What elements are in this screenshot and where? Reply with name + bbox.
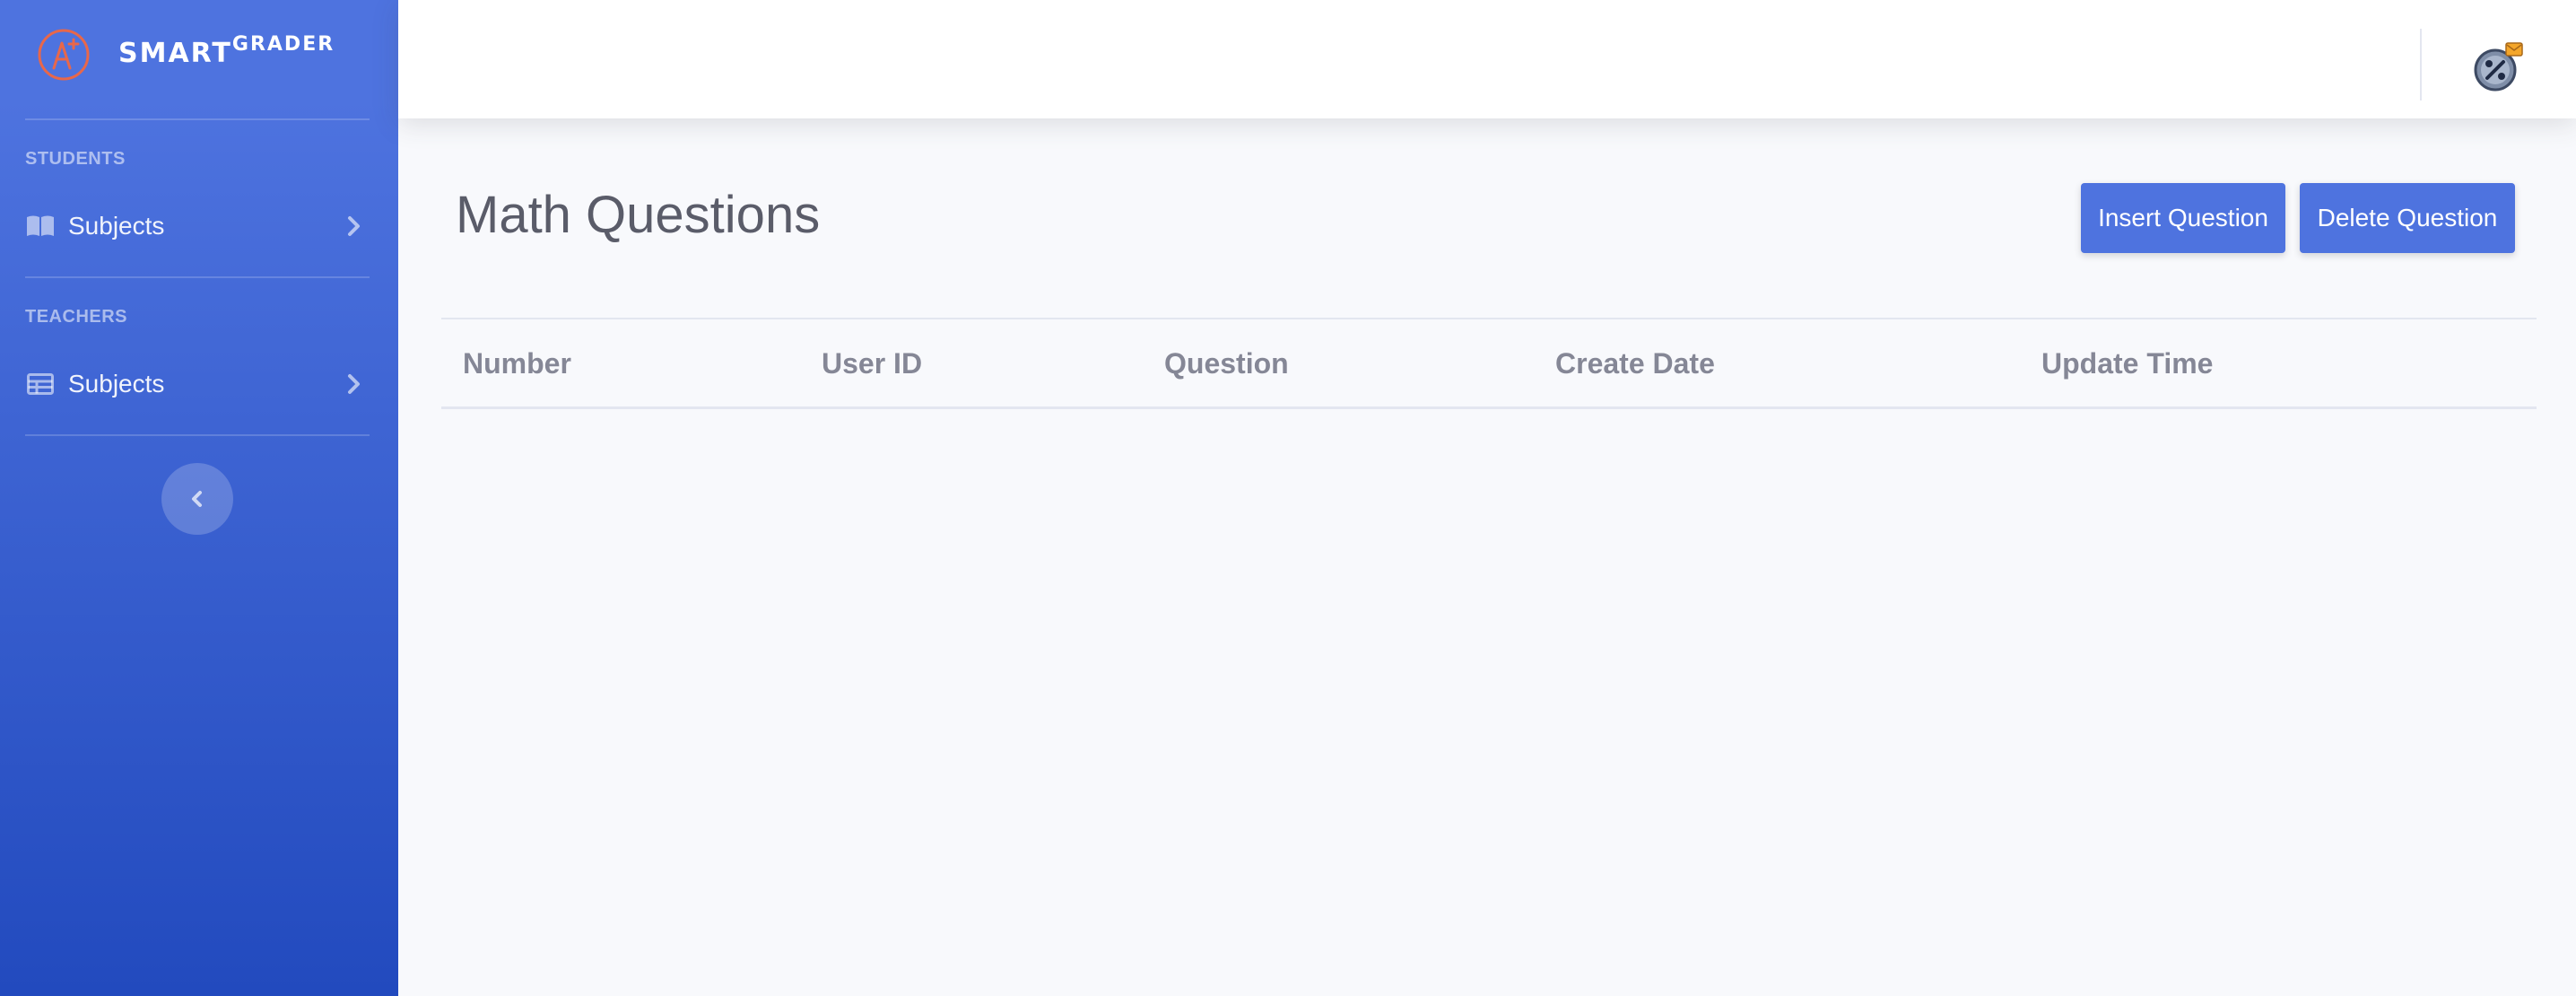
topbar-divider	[2420, 29, 2422, 100]
column-header-user-id[interactable]: User ID	[822, 319, 922, 407]
column-header-number[interactable]: Number	[463, 319, 571, 407]
column-header-create-date[interactable]: Create Date	[1555, 319, 1715, 407]
column-header-update-time[interactable]: Update Time	[2041, 319, 2213, 407]
questions-table: Number User ID Question Create Date Upda…	[441, 318, 2537, 409]
page-title: Math Questions	[456, 186, 821, 244]
sidebar-divider	[25, 434, 370, 436]
topbar	[398, 0, 2576, 118]
delete-question-button[interactable]: Delete Question	[2300, 183, 2515, 253]
chevron-right-icon	[348, 216, 360, 236]
sidebar-divider	[25, 276, 370, 278]
sidebar-divider	[25, 118, 370, 120]
chevron-left-icon	[192, 491, 202, 507]
insert-question-button[interactable]: Insert Question	[2081, 183, 2285, 253]
brand[interactable]: SMART GRADER	[0, 0, 398, 118]
table-icon	[25, 369, 56, 399]
brand-name-main: SMART	[118, 38, 232, 69]
column-header-question[interactable]: Question	[1164, 319, 1289, 407]
chevron-right-icon	[348, 374, 360, 394]
a-plus-logo-icon	[38, 29, 90, 81]
sidebar-item-label: Subjects	[68, 370, 165, 398]
percent-badge-avatar-icon[interactable]	[2470, 38, 2526, 93]
sidebar-item-student-subjects[interactable]: Subjects	[0, 192, 398, 260]
sidebar-toggle-button[interactable]	[161, 463, 233, 535]
brand-name: SMART GRADER	[118, 34, 335, 74]
book-open-icon	[25, 211, 56, 241]
sidebar-heading-students: STUDENTS	[25, 149, 126, 169]
sidebar: SMART GRADER STUDENTS Subjects TEACHERS …	[0, 0, 398, 996]
sidebar-item-teacher-subjects[interactable]: Subjects	[0, 350, 398, 418]
sidebar-heading-teachers: TEACHERS	[25, 307, 128, 327]
brand-name-super: GRADER	[231, 33, 335, 56]
sidebar-item-label: Subjects	[68, 212, 165, 240]
